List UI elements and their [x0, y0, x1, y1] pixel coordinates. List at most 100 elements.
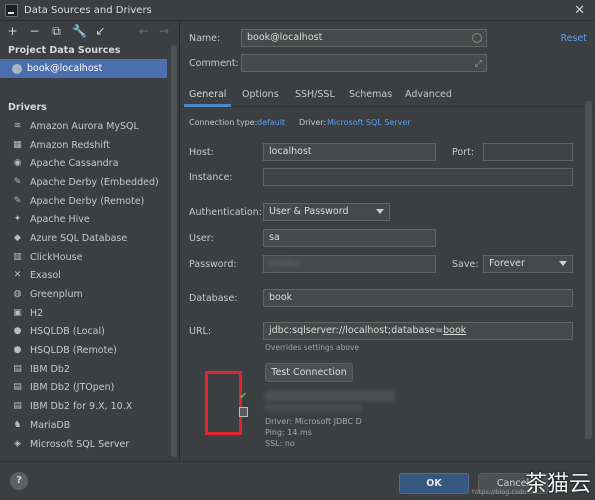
- driver-item[interactable]: ✎ Apache Derby (Embedded): [0, 173, 179, 192]
- driver-item[interactable]: ◈ Microsoft SQL Server: [0, 435, 179, 454]
- test-connection-label: Test Connection: [271, 367, 347, 378]
- driver-item[interactable]: ✦ Apache Hive: [0, 210, 179, 229]
- hsqldb-icon: ●: [13, 326, 22, 337]
- left-scrollbar[interactable]: [171, 45, 177, 457]
- remove-icon[interactable]: −: [28, 24, 41, 38]
- reset-link[interactable]: Reset: [560, 33, 587, 44]
- mariadb-icon: ♞: [13, 419, 22, 430]
- go-to-icon[interactable]: ↙: [94, 24, 107, 38]
- left-toolbar: + − ⧉ 🔧 ↙ ← →: [0, 21, 179, 41]
- derby-icon: ✎: [13, 176, 22, 187]
- watermark-url: https://blog.csdn: [472, 488, 527, 496]
- driver-label: Greenplum: [30, 289, 83, 301]
- sqlserver-icon: ◈: [14, 438, 21, 449]
- project-item-label: book@localhost: [27, 63, 103, 74]
- driver-link[interactable]: Microsoft SQL Server: [327, 118, 411, 127]
- watermark-text: 茶猫云: [524, 472, 591, 497]
- highlight-box: [205, 371, 242, 435]
- active-tab-indicator: [184, 104, 231, 107]
- driver-item[interactable]: ● HSQLDB (Local): [0, 323, 179, 342]
- driver-label: Azure SQL Database: [30, 232, 128, 244]
- tab-bar: General Options SSH/SSL Schemas Advanced: [181, 85, 595, 107]
- back-arrow-icon[interactable]: ←: [139, 24, 149, 38]
- user-field[interactable]: sa: [263, 229, 436, 247]
- driver-item[interactable]: ◆ Azure SQL Database: [0, 229, 179, 248]
- result-ssl: SSL: no: [265, 439, 295, 448]
- driver-item[interactable]: ♞ MariaDB: [0, 416, 179, 435]
- duplicate-icon[interactable]: ⧉: [50, 24, 63, 38]
- checkmark-icon: ✔: [239, 391, 248, 402]
- clickhouse-icon: ▥: [13, 251, 22, 262]
- tab-general[interactable]: General: [189, 89, 226, 100]
- help-button[interactable]: ?: [10, 472, 28, 490]
- driver-label: Microsoft SQL Server: [30, 438, 130, 450]
- project-section-title: Project Data Sources: [8, 45, 121, 56]
- right-scrollbar[interactable]: [585, 101, 592, 439]
- password-value: hidden: [269, 258, 302, 269]
- tab-options[interactable]: Options: [242, 89, 279, 100]
- project-item-book[interactable]: book@localhost: [0, 59, 167, 78]
- driver-label: Exasol: [30, 270, 61, 282]
- comment-field[interactable]: ⤢: [241, 54, 487, 72]
- url-field[interactable]: jdbc:sqlserver://localhost;database=book: [263, 322, 573, 340]
- driver-item[interactable]: ✕ Exasol: [0, 267, 179, 286]
- authentication-select[interactable]: User & Password: [263, 203, 390, 221]
- connection-type-label: Connection type:: [189, 118, 258, 127]
- add-icon[interactable]: +: [6, 24, 19, 38]
- driver-label: HSQLDB (Remote): [30, 345, 117, 357]
- user-value: sa: [269, 232, 280, 243]
- driver-item[interactable]: ● HSQLDB (Remote): [0, 341, 179, 360]
- driver-label: ClickHouse: [30, 251, 83, 263]
- result-ping: Ping: 14 ms: [265, 428, 312, 437]
- tab-schemas[interactable]: Schemas: [349, 89, 392, 100]
- driver-item[interactable]: ▦ Amazon Redshift: [0, 136, 179, 155]
- name-value: book@localhost: [247, 32, 323, 43]
- port-field[interactable]: [483, 143, 573, 161]
- instance-field[interactable]: [263, 168, 573, 186]
- authentication-value: User & Password: [269, 206, 349, 217]
- driver-label: Apache Derby (Remote): [30, 195, 145, 207]
- tab-advanced[interactable]: Advanced: [405, 89, 452, 100]
- name-field[interactable]: book@localhost: [241, 29, 487, 47]
- redshift-icon: ▦: [13, 139, 22, 150]
- forward-arrow-icon[interactable]: →: [159, 24, 169, 38]
- close-icon[interactable]: ✕: [574, 3, 585, 18]
- app-icon: [5, 3, 18, 17]
- chevron-down-icon: [376, 209, 384, 214]
- driver-item[interactable]: ▤ IBM Db2: [0, 360, 179, 379]
- copy-icon[interactable]: [239, 407, 248, 417]
- tab-ssh-ssl[interactable]: SSH/SSL: [295, 89, 335, 100]
- user-label: User:: [189, 233, 214, 244]
- hive-icon: ✦: [13, 214, 22, 225]
- hsqldb-icon: ●: [13, 345, 22, 356]
- result-driver: Driver: Microsoft JDBC D: [265, 417, 362, 426]
- host-field[interactable]: localhost: [263, 143, 436, 161]
- database-field[interactable]: book: [263, 289, 573, 307]
- test-connection-button[interactable]: Test Connection: [265, 363, 353, 382]
- azure-icon: ◆: [14, 232, 21, 243]
- driver-item[interactable]: ✎ Apache Derby (Remote): [0, 192, 179, 211]
- driver-item[interactable]: ◉ Apache Cassandra: [0, 154, 179, 173]
- ibm-icon: ▤: [13, 382, 22, 393]
- ok-button[interactable]: OK: [399, 473, 469, 494]
- expand-icon[interactable]: ⤢: [475, 56, 482, 72]
- derby-icon: ✎: [13, 195, 22, 206]
- save-select[interactable]: Forever: [483, 255, 573, 273]
- color-circle-icon[interactable]: [472, 33, 482, 43]
- driver-item[interactable]: ▤ IBM Db2 for 9.X, 10.X: [0, 397, 179, 416]
- driver-label: Apache Hive: [30, 214, 90, 226]
- connection-type-link[interactable]: default: [257, 118, 285, 127]
- ibm-icon: ▤: [13, 401, 22, 412]
- wrench-icon[interactable]: 🔧: [72, 24, 87, 38]
- driver-item[interactable]: ▣ H2: [0, 304, 179, 323]
- h2-icon: ▣: [13, 307, 22, 318]
- url-note: Overrides settings above: [265, 343, 360, 352]
- password-field[interactable]: hidden: [263, 255, 436, 273]
- driver-label: IBM Db2 (JTOpen): [30, 382, 115, 394]
- greenplum-icon: ◍: [13, 289, 22, 300]
- driver-item[interactable]: ◍ Greenplum: [0, 285, 179, 304]
- driver-item[interactable]: ≋ Amazon Aurora MySQL: [0, 117, 179, 136]
- driver-item[interactable]: ▥ ClickHouse: [0, 248, 179, 267]
- driver-label: Apache Derby (Embedded): [30, 176, 159, 188]
- driver-item[interactable]: ▤ IBM Db2 (JTOpen): [0, 379, 179, 398]
